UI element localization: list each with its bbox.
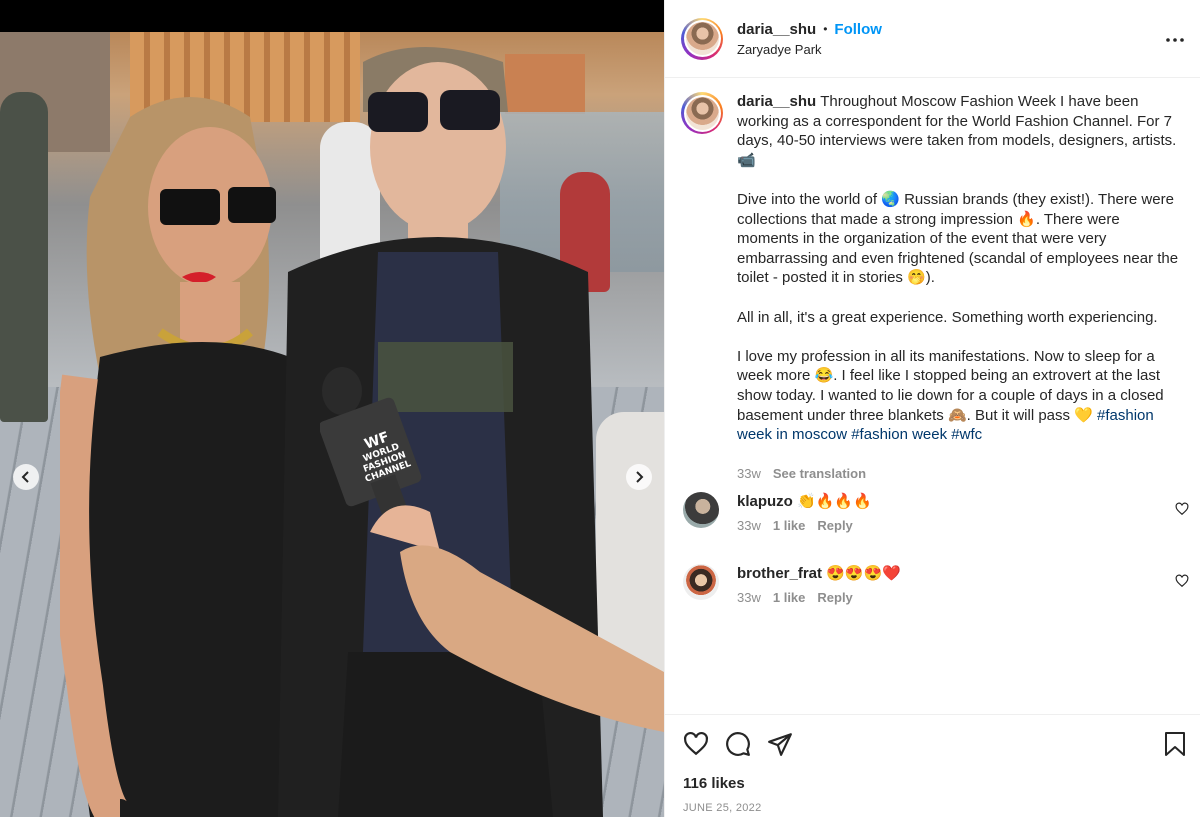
comment-meta: 33w 1 like Reply xyxy=(737,518,872,533)
caption-username[interactable]: daria__shu xyxy=(737,93,816,110)
caption-paragraph: daria__shu Throughout Moscow Fashion Week… xyxy=(737,92,1181,170)
avatar-image xyxy=(685,96,719,130)
comment-meta: 33w 1 like Reply xyxy=(737,590,901,605)
header-row: daria__shu • Follow xyxy=(737,21,882,38)
likes-count[interactable]: 116 likes xyxy=(683,775,745,792)
post-date: JUNE 25, 2022 xyxy=(683,802,762,814)
caption: daria__shu Throughout Moscow Fashion Week… xyxy=(681,92,1191,484)
caption-paragraph: I love my profession in all its manifest… xyxy=(737,347,1181,445)
follow-button[interactable]: Follow xyxy=(834,21,882,38)
commenter-avatar[interactable] xyxy=(683,492,719,528)
action-icons xyxy=(683,731,793,757)
interviewer-arm xyxy=(370,505,664,732)
author-username[interactable]: daria__shu xyxy=(737,21,816,38)
comment-text: 👏🔥🔥🔥 xyxy=(797,493,872,510)
post-photo: WF WORLD FASHION CHANNEL xyxy=(0,32,664,817)
post-media: WF WORLD FASHION CHANNEL xyxy=(0,0,664,817)
like-comment-heart-icon[interactable] xyxy=(1175,574,1189,588)
avatar[interactable] xyxy=(681,17,723,60)
comment-time[interactable]: 33w xyxy=(737,518,761,533)
separator-dot: • xyxy=(823,22,828,36)
background-person xyxy=(0,92,48,422)
share-icon[interactable] xyxy=(767,731,793,757)
hashtag-link[interactable]: #wfc xyxy=(951,426,982,443)
comment-item: brother_frat 😍😍😍❤️ 33w 1 like Reply xyxy=(681,564,1191,605)
post-header: daria__shu • Follow Zaryadye Park xyxy=(665,0,1200,78)
caption-paragraph: All in all, it's a great experience. Som… xyxy=(737,308,1158,326)
chevron-right-icon xyxy=(636,471,644,483)
caption-text: daria__shu Throughout Moscow Fashion Week… xyxy=(737,92,1181,484)
commenter-username[interactable]: klapuzo xyxy=(737,493,793,510)
comment-likes[interactable]: 1 like xyxy=(773,590,806,605)
previous-photo-button[interactable] xyxy=(13,464,39,490)
caption-avatar[interactable] xyxy=(681,92,723,134)
post-detail-panel: daria__shu • Follow Zaryadye Park daria_… xyxy=(664,0,1200,817)
comment-item: klapuzo 👏🔥🔥🔥 33w 1 like Reply xyxy=(681,492,1191,533)
commenter-avatar[interactable] xyxy=(683,564,719,600)
caption-meta: 33w See translation xyxy=(737,464,1181,484)
avatar-border xyxy=(683,94,721,132)
comments-section[interactable]: daria__shu Throughout Moscow Fashion Week… xyxy=(665,78,1200,714)
caption-time[interactable]: 33w xyxy=(737,464,761,484)
hashtag-link[interactable]: #fashion week xyxy=(851,426,947,443)
reply-button[interactable]: Reply xyxy=(817,590,852,605)
comment-line: brother_frat 😍😍😍❤️ xyxy=(737,564,901,582)
more-horizontal-icon xyxy=(1166,38,1184,42)
post-actions: 116 likes JUNE 25, 2022 xyxy=(665,714,1200,817)
comment-line: klapuzo 👏🔥🔥🔥 xyxy=(737,492,872,510)
see-translation-button[interactable]: See translation xyxy=(773,464,866,484)
chevron-left-icon xyxy=(21,471,29,483)
comment-icon[interactable] xyxy=(725,731,751,757)
next-photo-button[interactable] xyxy=(626,464,652,490)
commenter-username[interactable]: brother_frat xyxy=(737,565,822,582)
comment-likes[interactable]: 1 like xyxy=(773,518,806,533)
comment-text: 😍😍😍❤️ xyxy=(826,565,901,582)
caption-paragraph: Dive into the world of 🌏 Russian brands … xyxy=(737,190,1179,287)
location-link[interactable]: Zaryadye Park xyxy=(737,42,882,57)
reply-button[interactable]: Reply xyxy=(817,518,852,533)
like-comment-heart-icon[interactable] xyxy=(1175,502,1189,516)
comment-time[interactable]: 33w xyxy=(737,590,761,605)
comment-body: klapuzo 👏🔥🔥🔥 33w 1 like Reply xyxy=(737,492,872,533)
avatar-image xyxy=(685,22,719,55)
header-info: daria__shu • Follow Zaryadye Park xyxy=(737,21,882,57)
bookmark-icon[interactable] xyxy=(1163,731,1187,757)
comment-body: brother_frat 😍😍😍❤️ 33w 1 like Reply xyxy=(737,564,901,605)
like-heart-icon[interactable] xyxy=(683,731,709,757)
more-options-button[interactable] xyxy=(1163,28,1187,52)
avatar-border xyxy=(683,20,721,57)
